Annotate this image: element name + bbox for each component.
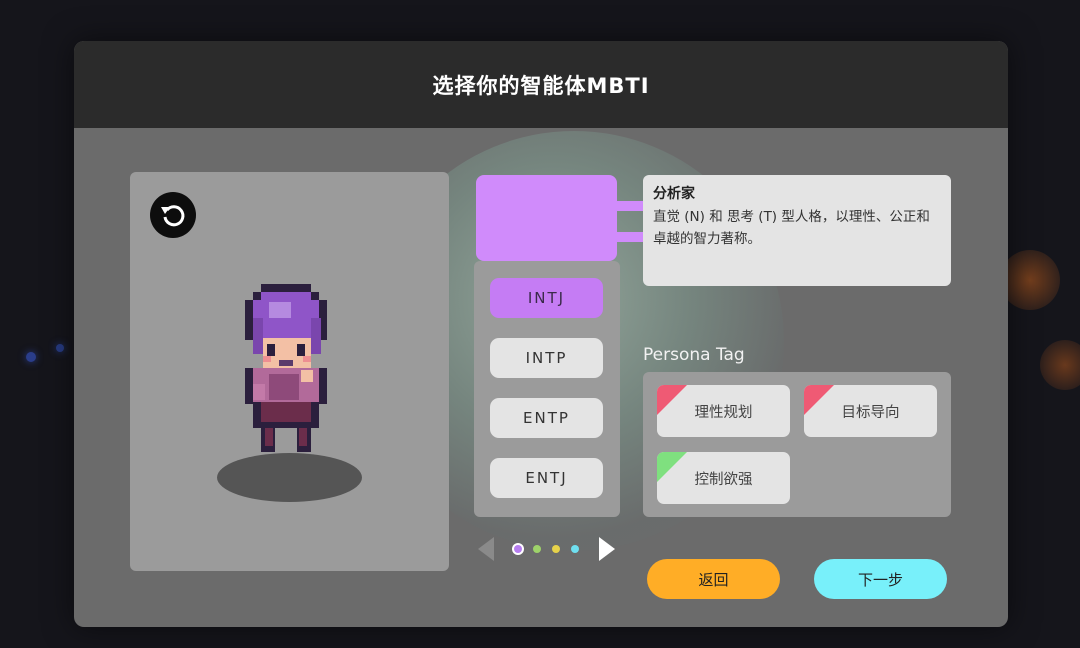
rotate-ccw-icon [161, 205, 185, 227]
mbti-color-swatch [476, 175, 617, 261]
mbti-option-intp[interactable]: INTP [490, 338, 603, 378]
next-button[interactable]: 下一步 [814, 559, 947, 599]
mbti-option-intj[interactable]: INTJ [490, 278, 603, 318]
description-text: 直觉 (N) 和 思考 (T) 型人格，以理性、公正和卓越的智力著称。 [653, 209, 930, 247]
description-title: 分析家 [653, 186, 695, 202]
persona-tag[interactable]: 目标导向 [804, 385, 937, 437]
mbti-option-entj[interactable]: ENTJ [490, 458, 603, 498]
tag-color-marker [804, 385, 834, 415]
mbti-dialog: 选择你的智能体MBTI INTJ INTP ENTP ENTJ 分析家 直觉 (… [74, 41, 1008, 627]
pager [478, 534, 618, 564]
persona-tag-label: 目标导向 [841, 404, 900, 421]
page-dot[interactable] [571, 545, 579, 553]
swatch-connector [615, 232, 645, 242]
mbti-option-entp[interactable]: ENTP [490, 398, 603, 438]
background-light [26, 352, 36, 362]
dialog-title: 选择你的智能体MBTI [432, 73, 650, 98]
tag-color-marker [657, 452, 687, 482]
persona-tag-label: 理性规划 [694, 404, 753, 421]
chevron-left-icon[interactable] [478, 537, 494, 561]
page-dot[interactable] [533, 545, 541, 553]
tag-color-marker [657, 385, 687, 415]
character-sprite [245, 284, 327, 452]
reset-button[interactable] [150, 192, 196, 238]
persona-tag-panel: 理性规划 目标导向 控制欲强 [643, 372, 951, 517]
persona-tag-label: 控制欲强 [694, 471, 753, 488]
swatch-connector [615, 201, 645, 211]
back-button[interactable]: 返回 [647, 559, 780, 599]
persona-tag[interactable]: 理性规划 [657, 385, 790, 437]
page-dot[interactable] [552, 545, 560, 553]
mbti-type-list: INTJ INTP ENTP ENTJ [474, 261, 620, 517]
dialog-header: 选择你的智能体MBTI [74, 41, 1008, 128]
background-glow [1040, 340, 1080, 390]
character-preview-panel [130, 172, 449, 571]
chevron-right-icon[interactable] [599, 537, 615, 561]
page-dot[interactable] [514, 545, 522, 553]
background-glow [1000, 250, 1060, 310]
description-box: 分析家 直觉 (N) 和 思考 (T) 型人格，以理性、公正和卓越的智力著称。 [643, 175, 951, 286]
background-light [56, 344, 64, 352]
persona-tag-title: Persona Tag [643, 345, 745, 365]
persona-tag[interactable]: 控制欲强 [657, 452, 790, 504]
